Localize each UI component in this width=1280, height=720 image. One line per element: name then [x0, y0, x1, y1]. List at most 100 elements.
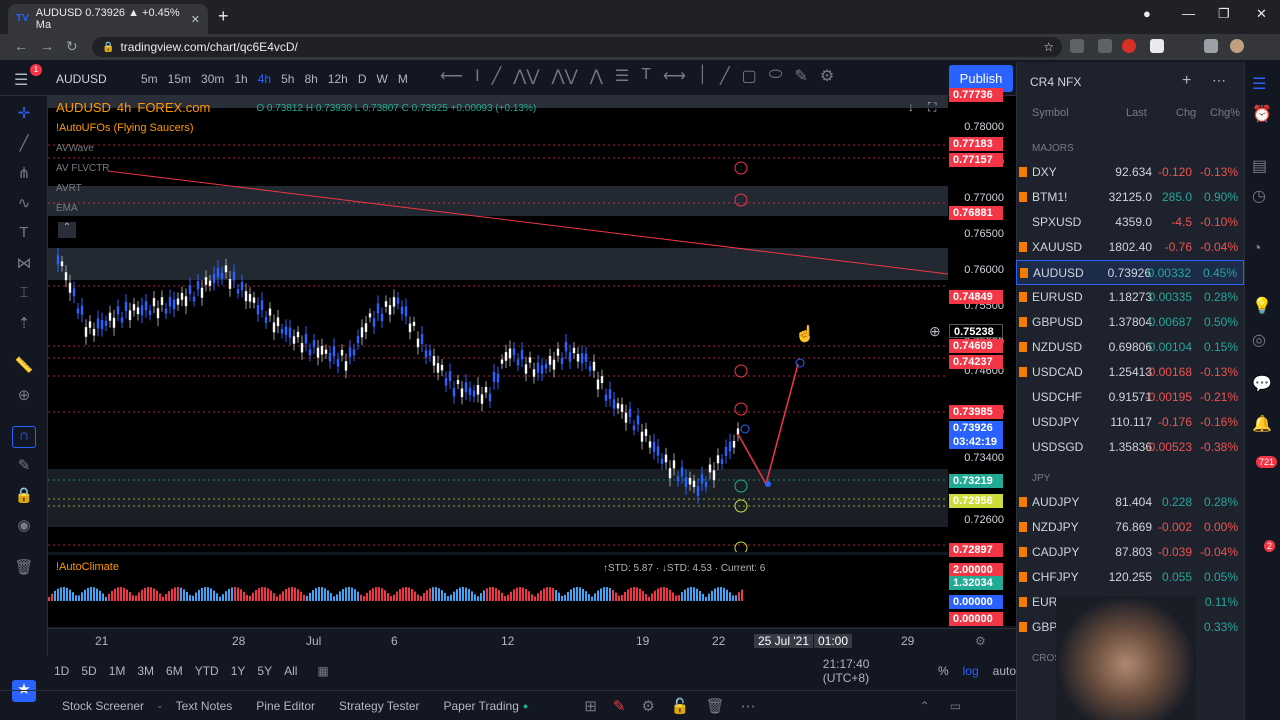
col-symbol[interactable]: Symbol — [1032, 107, 1069, 119]
collapse-panel-icon[interactable]: ⌃ — [920, 699, 930, 713]
indicator-label[interactable]: EMA — [56, 203, 78, 214]
fullscreen-icon[interactable]: ⛶ — [928, 100, 936, 115]
avatar[interactable] — [1230, 39, 1244, 53]
watchlist-row[interactable]: SPXUSD 4359.0 -4.5 -0.10% — [1016, 210, 1244, 235]
watchlist-row[interactable]: BTM1! 32125.0 285.0 0.90% — [1016, 185, 1244, 210]
notifications-icon[interactable]: 🔔 — [1252, 414, 1272, 434]
puzzle-icon[interactable] — [1204, 39, 1218, 53]
ideas-icon[interactable]: 💡 — [1252, 296, 1272, 316]
fib-tool-icon[interactable]: ⋔ — [12, 164, 36, 186]
data-window-icon[interactable]: ▤ — [1252, 156, 1267, 176]
more-icon[interactable]: ⋯ — [741, 697, 756, 715]
adblock-icon[interactable] — [1122, 39, 1136, 53]
minimize-icon[interactable]: — — [1182, 6, 1195, 21]
pattern-tool-icon[interactable]: ∿ — [12, 194, 36, 216]
autoclimate-pane[interactable] — [48, 555, 948, 627]
line-icon[interactable]: ╱ — [720, 66, 730, 86]
watchlist-row[interactable]: USDCAD 1.25413 -0.00168 -0.13% — [1016, 360, 1244, 385]
clock-time[interactable]: 21:17:40 (UTC+8) — [823, 657, 918, 685]
more-icon[interactable]: ⋯ — [1212, 72, 1226, 89]
range-button[interactable]: YTD — [189, 664, 225, 678]
section-jpy[interactable]: JPY — [1032, 473, 1050, 484]
eye-icon[interactable]: ◉ — [12, 516, 36, 538]
watchlist-row[interactable]: USDCHF 0.91571 -0.00195 -0.21% — [1016, 385, 1244, 410]
range-button[interactable]: 1Y — [225, 664, 252, 678]
section-majors[interactable]: MAJORS — [1032, 143, 1074, 154]
magnet-icon[interactable]: ∩ — [12, 426, 36, 448]
pattern-icon[interactable]: ⋀⋁ — [513, 66, 539, 86]
tab-stock-screener[interactable]: Stock Screener — [50, 699, 156, 713]
collapse-legend-icon[interactable]: ⌃ — [58, 222, 76, 238]
calendar-icon[interactable]: ▦ — [317, 664, 328, 678]
watchlist-row[interactable]: AUDJPY 81.404 0.228 0.28% — [1016, 490, 1244, 515]
pane-indicator-name[interactable]: !AutoClimate — [56, 561, 119, 573]
timeframe-button[interactable]: 1h — [229, 72, 252, 86]
close-window-icon[interactable]: ✕ — [1256, 6, 1267, 22]
text-cursor-icon[interactable]: Ⅰ — [475, 66, 480, 86]
timeframe-button[interactable]: 5m — [136, 72, 163, 86]
lock-drawings-icon[interactable]: ✎ — [12, 456, 36, 478]
tab-text-notes[interactable]: Text Notes — [164, 699, 245, 713]
layout-grid-icon[interactable]: ⊞ — [584, 697, 597, 715]
timeframe-button[interactable]: 12h — [323, 72, 353, 86]
back-icon[interactable]: ← — [14, 38, 28, 54]
scroll-down-icon[interactable]: ↓ — [908, 100, 914, 114]
trash-icon[interactable]: 🗑 — [12, 558, 36, 580]
text-icon[interactable]: T — [641, 66, 651, 86]
pencil-icon[interactable]: ✎ — [613, 697, 626, 715]
node-tool-icon[interactable]: ⋈ — [12, 254, 36, 276]
maximize-icon[interactable]: ❐ — [1218, 6, 1230, 22]
watchlist-row[interactable]: NZDUSD 0.69806 0.00104 0.15% — [1016, 335, 1244, 360]
indicator-label[interactable]: AV FLVCTR — [56, 163, 110, 174]
brush-icon[interactable]: ✎ — [794, 66, 807, 86]
unlock-icon[interactable]: 🔓 — [671, 697, 690, 715]
watchlist-row[interactable]: USDSGD 1.35836 -0.00523 -0.38% — [1016, 435, 1244, 460]
watchlist-row[interactable]: AUDUSD 0.73926 0.00332 0.45% — [1016, 260, 1244, 285]
timeframe-button[interactable]: 8h — [299, 72, 322, 86]
tab-paper-trading[interactable]: Paper Trading — [431, 699, 530, 713]
timeframe-button[interactable]: 15m — [163, 72, 196, 86]
settings-icon[interactable]: ⚙ — [641, 697, 654, 715]
measure-tool-icon[interactable]: ⌶ — [12, 284, 36, 306]
range-button[interactable]: 6M — [160, 664, 189, 678]
time-axis[interactable] — [48, 628, 1016, 652]
watchlist-row[interactable]: CHFJPY 120.255 0.055 0.05% — [1016, 565, 1244, 590]
horizontal-line-icon[interactable]: ⟵ — [440, 66, 463, 86]
tab-strategy-tester[interactable]: Strategy Tester — [327, 699, 431, 713]
timeframe-button[interactable]: M — [393, 72, 413, 86]
watchlist-title[interactable]: CR4 NFX — [1030, 75, 1081, 89]
close-tab-icon[interactable]: ✕ — [191, 13, 200, 26]
elliott-icon[interactable]: ⋀ — [590, 66, 603, 86]
calendar-icon[interactable]: ◔ — [1252, 240, 1262, 258]
extension-icon[interactable] — [1070, 39, 1084, 53]
bookmark-star-icon[interactable]: ☆ — [1043, 40, 1054, 54]
log-toggle[interactable]: log — [963, 664, 979, 678]
col-chg-pct[interactable]: Chg% — [1210, 107, 1240, 119]
col-chg[interactable]: Chg — [1176, 107, 1196, 119]
watchlist-row[interactable]: NZDJPY 76.869 -0.002 0.00% — [1016, 515, 1244, 540]
browser-tab[interactable]: TV AUDUSD 0.73926 ▲ +0.45% Ma ✕ — [8, 4, 208, 34]
watchlist-row[interactable]: USDJPY 110.117 -0.176 -0.16% — [1016, 410, 1244, 435]
watchlist-row[interactable]: CADJPY 87.803 -0.039 -0.04% — [1016, 540, 1244, 565]
watchlist-row[interactable]: GBPUSD 1.37804 0.00687 0.50% — [1016, 310, 1244, 335]
tab-pine-editor[interactable]: Pine Editor — [244, 699, 327, 713]
rectangle-icon[interactable]: ▢ — [742, 66, 757, 86]
vertical-line-icon[interactable]: │ — [698, 66, 708, 86]
indicator-label[interactable]: AVRT — [56, 183, 82, 194]
percent-toggle[interactable]: % — [938, 664, 949, 678]
crosshair-icon[interactable]: ✛ — [12, 104, 36, 126]
extension-icon[interactable] — [1098, 39, 1112, 53]
chats-icon[interactable]: 💬 — [1252, 374, 1272, 394]
range-button[interactable]: 5Y — [251, 664, 278, 678]
ellipse-icon[interactable]: ⬭ — [769, 66, 783, 86]
xabcd-icon[interactable]: ⋀⋁ — [552, 66, 578, 86]
add-symbol-icon[interactable]: + — [1182, 72, 1191, 90]
auto-toggle[interactable]: auto — [993, 664, 1016, 678]
range-button[interactable]: All — [278, 664, 303, 678]
reload-icon[interactable]: ↻ — [66, 38, 78, 55]
timeframe-button[interactable]: 5h — [276, 72, 299, 86]
hotlist-icon[interactable]: ◷ — [1252, 186, 1266, 206]
axis-settings-icon[interactable]: ⚙ — [975, 634, 986, 648]
settings-icon[interactable]: ⚙ — [820, 66, 834, 86]
trash-icon[interactable]: 🗑 — [706, 697, 725, 715]
